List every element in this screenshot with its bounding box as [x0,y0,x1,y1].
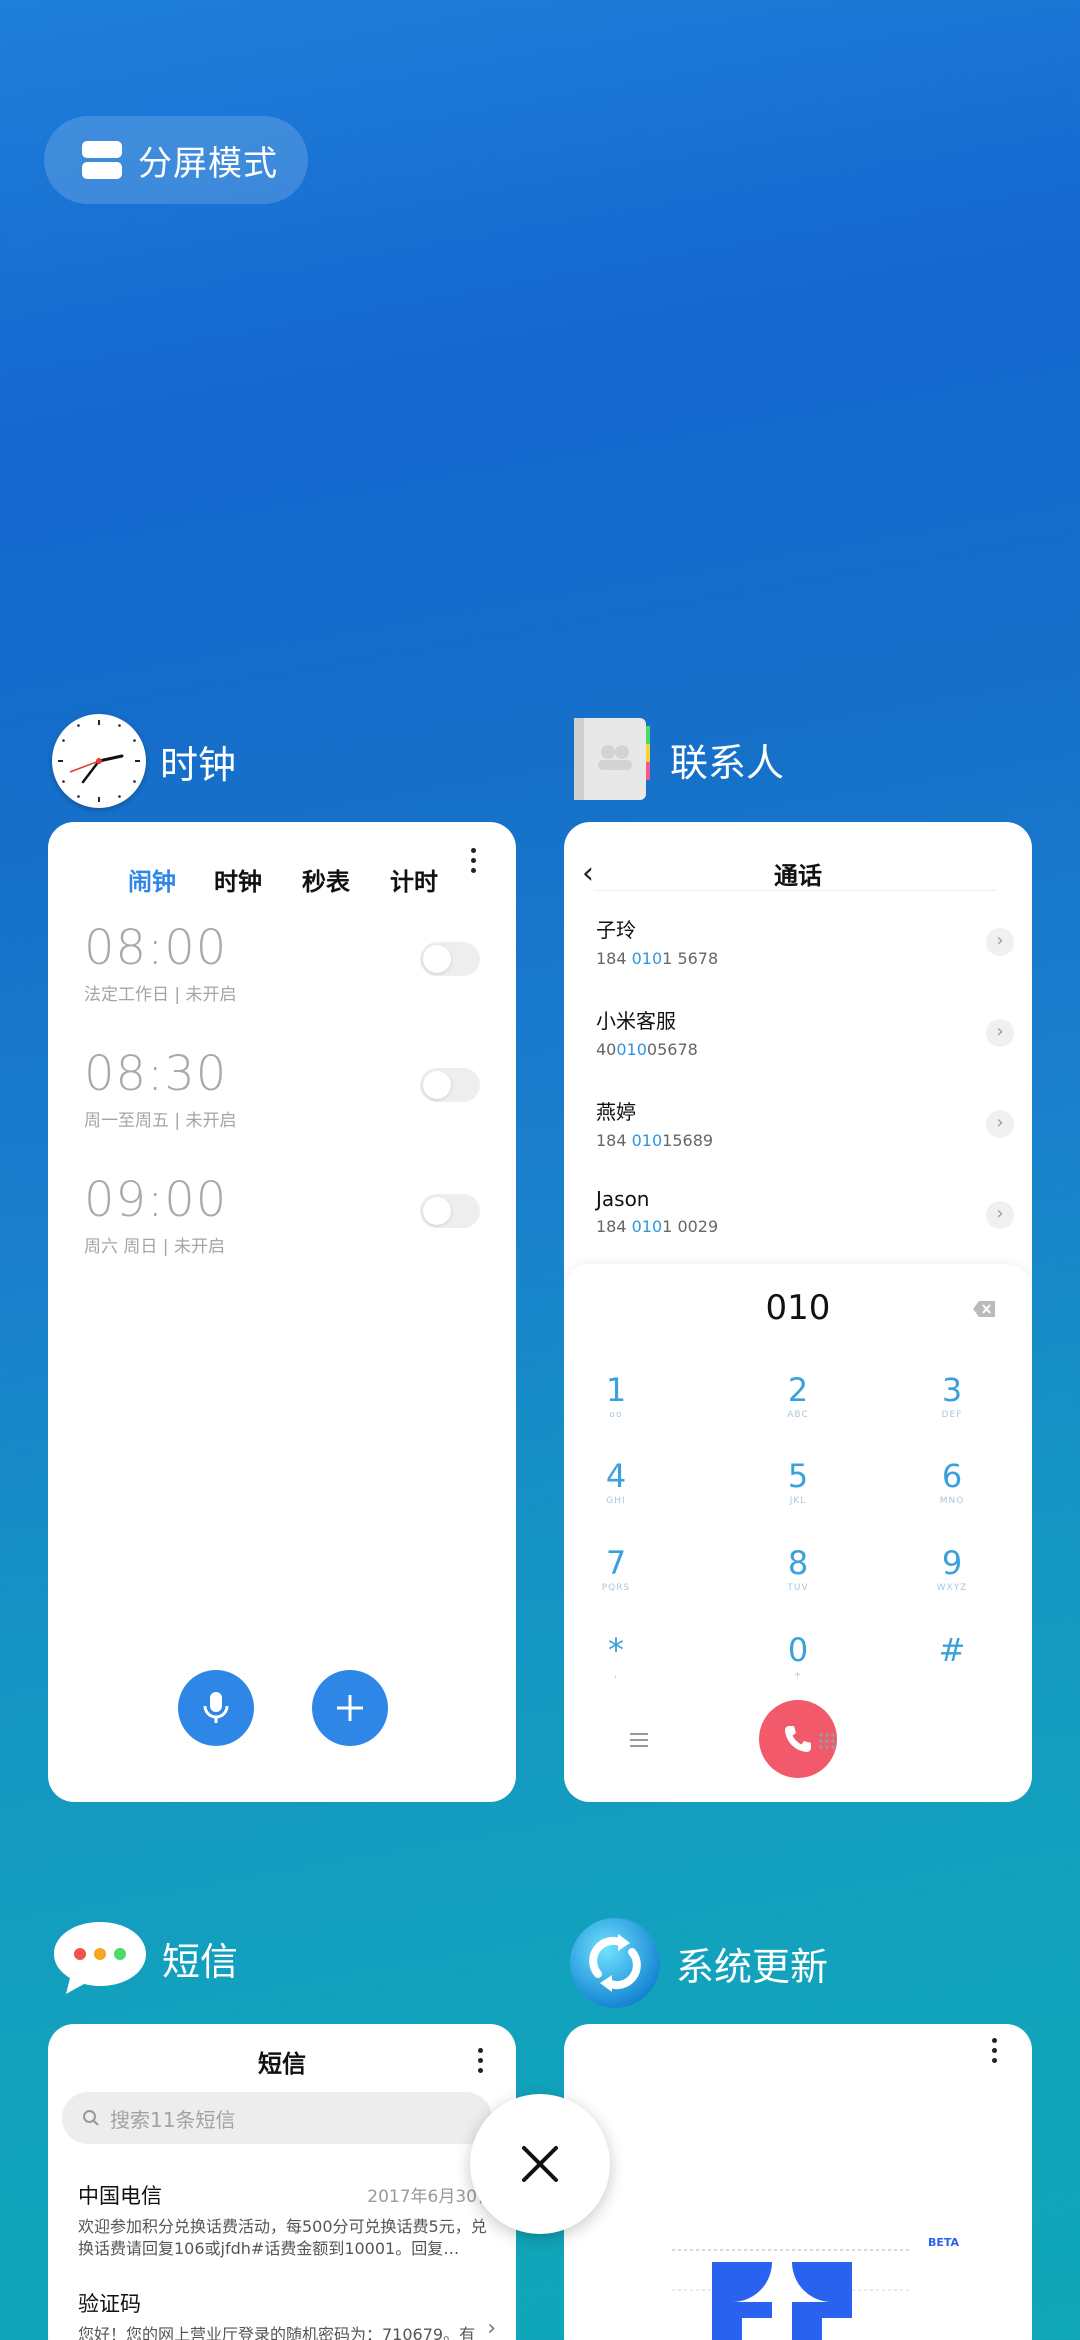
message-sender: 验证码 [78,2292,141,2316]
phone-icon [785,1726,811,1752]
chevron-right-icon[interactable]: › [986,1110,1014,1138]
dialpad-toggle-icon[interactable] [818,1732,836,1750]
alarm-repeat: 法定工作日 | 未开启 [84,985,237,1005]
search-icon [83,2110,99,2126]
chevron-right-icon[interactable]: › [986,1019,1014,1047]
system-update-app-icon [570,1918,660,2008]
voice-alarm-button[interactable] [178,1670,254,1746]
messages-app-card[interactable]: 短信 搜索11条短信 中国电信 2017年6月30日 欢迎参加积分兑换话费活动，… [48,2024,516,2340]
messages-app-header[interactable]: 短信 [52,1918,238,1998]
close-icon [522,2146,558,2182]
split-screen-button[interactable]: 分屏模式 [44,116,308,204]
dial-key-star[interactable]: *, [564,1632,676,1682]
dial-key-1[interactable]: 1 ᴏᴏ [564,1372,676,1422]
dial-key-6[interactable]: 6 MNO [892,1458,1012,1508]
dial-key-8[interactable]: 8 TUV [738,1545,858,1595]
update-app-title: 系统更新 [676,1944,829,1989]
clock-app-card[interactable]: 闹钟 时钟 秒表 计时 08:00 法定工作日 | 未开启 08:30 周一至周… [48,822,516,1802]
contact-row[interactable]: 小米客服 4001005678 › [596,1005,1014,1075]
dial-key-5[interactable]: 5 JKL [738,1458,858,1508]
alarm-repeat: 周一至周五 | 未开启 [84,1111,237,1131]
contacts-app-card[interactable]: ‹ 通话 子玲 184 0101 5678 › 小米客服 4001005678 … [564,822,1032,1802]
divider [594,890,996,891]
call-screen-title: 通话 [774,862,822,890]
backspace-icon[interactable] [972,1300,996,1318]
message-preview: 欢迎参加积分兑换话费活动，每500分可兑换话费5元，兑换话费请回复106或jfd… [78,2217,487,2258]
clear-all-button[interactable] [470,2094,610,2234]
message-thread[interactable]: 中国电信 2017年6月30日 欢迎参加积分兑换话费活动，每500分可兑换话费5… [78,2180,494,2260]
message-thread[interactable]: 验证码 您好！您的网上营业厅登录的随机密码为：710679。有 › [78,2288,496,2340]
tab-alarm[interactable]: 闹钟 [128,862,176,897]
dial-key-2[interactable]: 2 ABC [738,1372,858,1422]
messages-app-icon [54,1922,146,1994]
beta-badge: BETA [928,2236,960,2249]
clock-more-icon[interactable] [471,848,477,878]
chevron-right-icon[interactable]: › [986,928,1014,956]
update-app-header[interactable]: 系统更新 [568,1916,828,2010]
contact-name: 小米客服 [596,1009,676,1033]
plus-icon [337,1695,363,1721]
clock-app-title: 时钟 [160,742,237,787]
contact-row[interactable]: 燕婷 184 01015689 › [596,1096,1014,1166]
chevron-right-icon: › [487,2316,496,2340]
dialpad: 010 1 ᴏᴏ 2 ABC 3 DEF 4 GHI 5 JKL 6 MNO 7 PQRS 8… [564,1264,1032,1802]
chevron-right-icon[interactable]: › [986,1201,1014,1229]
dial-key-0[interactable]: 0 + [738,1632,858,1682]
contact-row[interactable]: 子玲 184 0101 5678 › [596,914,1014,984]
contact-name: 燕婷 [596,1100,636,1124]
dial-key-hash[interactable]: # [892,1632,1012,1682]
contacts-app-title: 联系人 [670,740,785,785]
tab-clock[interactable]: 时钟 [214,862,262,897]
alarm-toggle[interactable] [420,1068,480,1102]
clock-app-icon [52,714,146,808]
contact-name: 子玲 [596,918,636,942]
contact-name: Jason [596,1187,650,1211]
contact-number: 4001005678 [596,1040,698,1059]
split-screen-icon [82,141,122,179]
update-more-icon[interactable] [992,2038,998,2068]
clock-tabs: 闹钟 时钟 秒表 计时 [48,844,516,897]
microphone-icon [203,1692,229,1723]
update-app-card[interactable]: BETA [564,2024,1032,2340]
dial-key-4[interactable]: 4 GHI [564,1458,676,1508]
clock-app-header[interactable]: 时钟 [52,714,236,808]
contact-number: 184 0101 0029 [596,1217,719,1236]
message-preview: 您好！您的网上营业厅登录的随机密码为：710679。有 [78,2325,476,2340]
search-placeholder: 搜索11条短信 [110,2107,236,2132]
messages-screen-title: 短信 [258,2050,306,2078]
update-illustration [672,2249,912,2340]
split-screen-label: 分屏模式 [138,143,278,184]
dial-key-3[interactable]: 3 DEF [892,1372,1012,1422]
dial-key-9[interactable]: 9 WXYZ [892,1545,1012,1595]
tab-stopwatch[interactable]: 秒表 [302,862,350,897]
alarm-toggle[interactable] [420,942,480,976]
contacts-app-icon [574,718,650,800]
menu-icon[interactable] [630,1732,650,1748]
contact-number: 184 0101 5678 [596,949,719,968]
contact-number: 184 01015689 [596,1131,714,1150]
contacts-app-header[interactable]: 联系人 [572,716,784,802]
alarm-repeat: 周六 周日 | 未开启 [84,1237,225,1257]
dial-key-7[interactable]: 7 PQRS [564,1545,676,1595]
contact-row[interactable]: Jason 184 0101 0029 › [596,1187,1014,1257]
add-alarm-button[interactable] [312,1670,388,1746]
messages-more-icon[interactable] [478,2048,484,2078]
dial-input[interactable]: 010 [564,1288,1032,1328]
alarm-toggle[interactable] [420,1194,480,1228]
messages-search-input[interactable]: 搜索11条短信 [62,2092,492,2144]
messages-app-title: 短信 [162,1939,239,1984]
tab-timer[interactable]: 计时 [390,862,438,897]
